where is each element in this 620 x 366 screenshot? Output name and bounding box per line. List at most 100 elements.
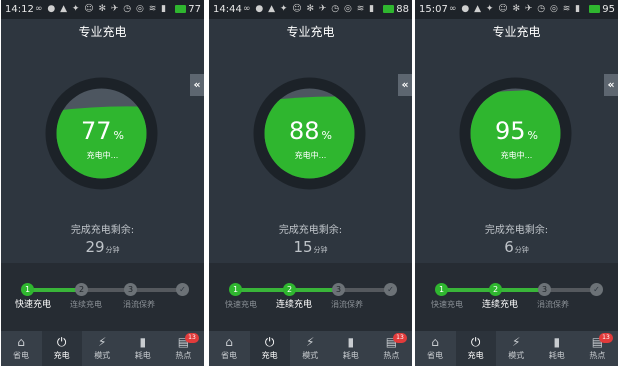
nav-label-3: 耗电 bbox=[548, 351, 565, 360]
stage-label-1: 快速充电 bbox=[14, 300, 51, 310]
battery-percent: 88 bbox=[396, 4, 409, 15]
nav-item-1[interactable]: ⏻ 充电 bbox=[41, 331, 82, 366]
stage-dot-2: 2 bbox=[75, 283, 88, 296]
nav-label-1: 充电 bbox=[53, 351, 70, 360]
stage-label-3: 涓流保养 bbox=[537, 300, 569, 309]
nav-label-2: 模式 bbox=[302, 351, 319, 360]
nav-icon-1: ⏻ bbox=[56, 335, 67, 349]
notification-badge: 13 bbox=[185, 333, 199, 343]
nav-label-0: 省电 bbox=[427, 351, 443, 360]
stage-dot-3: 3 bbox=[538, 283, 551, 296]
status-bar: 15:07 ∞ ● ▲ ✦ ☺ ✻ ✈ ◷ ◎ ≋ ▮ 95 bbox=[415, 0, 618, 19]
charging-status: 充电中... bbox=[294, 151, 327, 160]
charge-percent-value: 88 bbox=[289, 117, 320, 145]
collapse-chevron-icon[interactable]: « bbox=[604, 74, 618, 96]
minute-unit: 分钟 bbox=[514, 246, 529, 254]
status-bar: 14:12 ∞ ● ▲ ✦ ☺ ✻ ✈ ◷ ◎ ≋ ▮ 77 bbox=[1, 0, 204, 19]
nav-icon-3: ▮ bbox=[139, 335, 147, 349]
stage-label-2: 连续充电 bbox=[275, 300, 312, 310]
charge-percent: 88% bbox=[209, 116, 412, 151]
charging-status: 充电中... bbox=[86, 151, 119, 160]
remaining-time-label: 完成充电剩余: bbox=[484, 225, 549, 236]
nav-item-1[interactable]: ⏻ 充电 bbox=[249, 331, 290, 366]
remaining-minutes: 15 bbox=[293, 238, 313, 256]
nav-icon-2: ⚡ bbox=[511, 335, 521, 349]
nav-label-2: 模式 bbox=[94, 351, 111, 360]
nav-item-1[interactable]: ⏻ 充电 bbox=[455, 331, 496, 366]
remaining-time: 15分钟 bbox=[209, 237, 412, 260]
stage-label-1: 快速充电 bbox=[225, 300, 257, 309]
nav-label-1: 充电 bbox=[261, 351, 278, 360]
battery-percent: 77 bbox=[188, 4, 201, 15]
charging-status: 充电中... bbox=[500, 151, 533, 160]
nav-label-0: 省电 bbox=[13, 351, 29, 360]
nav-label-3: 耗电 bbox=[134, 351, 151, 360]
status-icons: ∞ ● ▲ ✦ ☺ ✻ ✈ ◷ ◎ ≋ ▮ bbox=[449, 4, 582, 14]
nav-icon-0: ⌂ bbox=[17, 335, 25, 349]
nav-icon-3: ▮ bbox=[347, 335, 355, 349]
charge-percent: 95% bbox=[415, 116, 618, 151]
stage-label-3: 涓流保养 bbox=[331, 300, 363, 309]
nav-icon-1: ⏻ bbox=[264, 335, 275, 349]
phone-screen-3: 15:07 ∞ ● ▲ ✦ ☺ ✻ ✈ ◷ ◎ ≋ ▮ 95 专业充电 «95% 充电中.… bbox=[415, 0, 618, 366]
stage-label-2: 连续充电 bbox=[70, 300, 102, 309]
nav-icon-1: ⏻ bbox=[470, 335, 481, 349]
collapse-chevron-icon[interactable]: « bbox=[190, 74, 204, 96]
collapse-chevron-icon[interactable]: « bbox=[398, 74, 412, 96]
charge-percent-value: 95 bbox=[495, 117, 526, 145]
nav-label-4: 热点 bbox=[589, 351, 606, 360]
nav-item-0[interactable]: ⌂ 省电 bbox=[1, 331, 41, 366]
nav-item-0[interactable]: ⌂ 省电 bbox=[209, 331, 249, 366]
battery-percent: 95 bbox=[602, 4, 615, 15]
percent-unit: % bbox=[321, 129, 332, 142]
page-title: 专业充电 bbox=[492, 25, 541, 39]
remaining-time: 6分钟 bbox=[415, 237, 618, 260]
battery-icon bbox=[589, 5, 600, 13]
nav-icon-3: ▮ bbox=[553, 335, 561, 349]
stage-complete-icon: ✓ bbox=[384, 283, 397, 296]
stage-dot-1: 1 bbox=[435, 283, 448, 296]
stage-label-1: 快速充电 bbox=[431, 300, 463, 309]
stage-complete-icon: ✓ bbox=[590, 283, 603, 296]
nav-item-0[interactable]: ⌂ 省电 bbox=[415, 331, 455, 366]
nav-icon-2: ⚡ bbox=[305, 335, 315, 349]
nav-item-2[interactable]: ⚡ 模式 bbox=[496, 331, 536, 366]
stage-dot-3: 3 bbox=[124, 283, 137, 296]
status-time: 15:07 bbox=[419, 4, 448, 15]
remaining-time-label: 完成充电剩余: bbox=[70, 225, 135, 236]
nav-item-3[interactable]: ▮ 耗电 bbox=[331, 331, 371, 366]
stage-complete-icon: ✓ bbox=[176, 283, 189, 296]
minute-unit: 分钟 bbox=[105, 246, 120, 254]
remaining-time: 29分钟 bbox=[1, 237, 204, 260]
status-time: 14:44 bbox=[213, 4, 242, 15]
nav-label-1: 充电 bbox=[467, 351, 484, 360]
charge-stages-panel bbox=[1, 263, 204, 331]
stage-dot-1: 1 bbox=[21, 283, 34, 296]
stage-dot-2: 2 bbox=[283, 283, 296, 296]
nav-icon-0: ⌂ bbox=[431, 335, 439, 349]
percent-unit: % bbox=[113, 129, 124, 142]
status-icons: ∞ ● ▲ ✦ ☺ ✻ ✈ ◷ ◎ ≋ ▮ bbox=[243, 4, 376, 14]
nav-label-4: 热点 bbox=[175, 351, 192, 360]
percent-unit: % bbox=[527, 129, 538, 142]
charge-percent-value: 77 bbox=[81, 117, 112, 145]
battery-icon bbox=[175, 5, 186, 13]
status-bar: 14:44 ∞ ● ▲ ✦ ☺ ✻ ✈ ◷ ◎ ≋ ▮ 88 bbox=[209, 0, 412, 19]
nav-item-2[interactable]: ⚡ 模式 bbox=[82, 331, 122, 366]
remaining-time-label: 完成充电剩余: bbox=[278, 225, 343, 236]
stage-dot-2: 2 bbox=[489, 283, 502, 296]
nav-item-2[interactable]: ⚡ 模式 bbox=[290, 331, 330, 366]
nav-icon-2: ⚡ bbox=[97, 335, 107, 349]
nav-item-3[interactable]: ▮ 耗电 bbox=[537, 331, 577, 366]
remaining-minutes: 29 bbox=[85, 238, 105, 256]
battery-icon bbox=[383, 5, 394, 13]
page-title: 专业充电 bbox=[78, 25, 127, 39]
charge-stages-panel bbox=[415, 263, 618, 331]
stage-label-3: 涓流保养 bbox=[123, 300, 155, 309]
nav-label-0: 省电 bbox=[221, 351, 237, 360]
nav-item-3[interactable]: ▮ 耗电 bbox=[123, 331, 163, 366]
nav-label-2: 模式 bbox=[508, 351, 525, 360]
status-time: 14:12 bbox=[5, 4, 34, 15]
nav-label-4: 热点 bbox=[383, 351, 400, 360]
stage-track-progress bbox=[27, 288, 77, 292]
